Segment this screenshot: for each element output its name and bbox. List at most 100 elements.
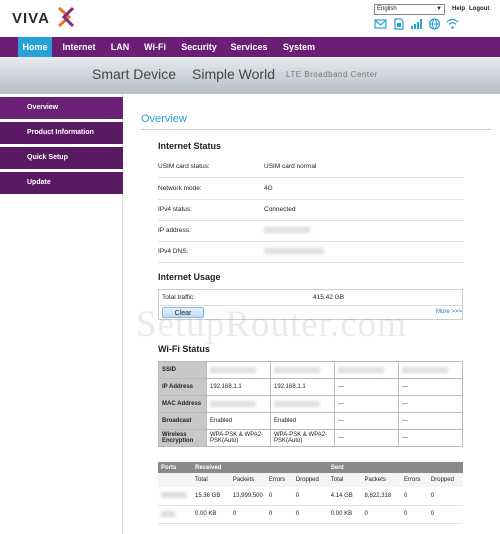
internet-status-row: Network mode: 4G: [158, 179, 464, 200]
table-cell: ---: [398, 395, 463, 413]
row-label: Network mode:: [158, 185, 202, 192]
table-cell: 0: [400, 505, 428, 524]
table-cell: 0: [400, 487, 428, 506]
table-cell: 0.00 KB: [327, 505, 362, 524]
table-row: MAC Address --- ---: [158, 395, 463, 413]
sidebar-item-overview[interactable]: Overview: [0, 97, 123, 119]
table-cell: WPA-PSK & WPA2-PSK(Auto): [270, 429, 335, 447]
language-select[interactable]: English ▼: [374, 4, 445, 15]
more-link[interactable]: More >>>: [436, 309, 462, 315]
table-cell: 0: [229, 505, 266, 524]
table-cell: 0: [292, 505, 328, 524]
internet-status-row: IP address:: [158, 221, 464, 242]
table-row: IP Address 192.168.1.1 192.168.1.1 --- -…: [158, 378, 463, 396]
redacted-cell: [270, 395, 335, 413]
table-cell: 0: [361, 505, 401, 524]
blank-cell: [158, 473, 192, 487]
sim-icon: [392, 18, 405, 30]
table-row: Broadcast Enabled Enabled --- ---: [158, 412, 463, 430]
table-cell: 15.36 GB: [192, 487, 230, 506]
table-cell: ---: [398, 429, 463, 447]
ports-header: Ports: [158, 462, 192, 473]
row-header: Broadcast: [158, 412, 207, 430]
nav-security[interactable]: Security: [178, 37, 220, 57]
redacted-cell: [334, 361, 399, 379]
row-label: IPv4 DNS:: [158, 248, 189, 255]
row-value: Connected: [264, 206, 296, 213]
table-cell: 8,822,318: [361, 487, 401, 506]
page-title: Overview: [141, 113, 187, 125]
table-header-row: Ports Received Sent: [158, 462, 463, 473]
column-header: Packets: [229, 473, 266, 487]
nav-wifi[interactable]: Wi-Fi: [140, 37, 170, 57]
status-icons: [374, 18, 459, 32]
help-link[interactable]: Help: [452, 6, 465, 12]
column-header: Dropped: [292, 473, 328, 487]
column-header: Total: [327, 473, 362, 487]
table-subheader-row: Total Packets Errors Dropped Total Packe…: [158, 473, 463, 487]
nav-system[interactable]: System: [278, 37, 320, 57]
sidebar-item-product-information[interactable]: Product Information: [0, 122, 123, 144]
internet-status-title: Internet Status: [158, 141, 222, 151]
table-cell: ---: [334, 412, 399, 430]
mail-icon[interactable]: [374, 18, 387, 30]
row-label: IPv4 status:: [158, 206, 192, 213]
chevron-down-icon: ▼: [436, 6, 442, 12]
internet-status-row: IPv4 status: Connected: [158, 200, 464, 221]
table-cell: 0: [427, 505, 463, 524]
column-header: Total: [192, 473, 230, 487]
banner-subtitle: LTE Broadband Center: [286, 70, 378, 79]
nav-lan[interactable]: LAN: [106, 37, 134, 57]
table-cell: 0: [427, 487, 463, 506]
row-value: USIM card normal: [264, 163, 317, 170]
row-header: SSID: [158, 361, 207, 379]
table-cell: ---: [398, 378, 463, 396]
column-header: Errors: [265, 473, 293, 487]
viva-logo-mark-icon: [57, 6, 75, 28]
watermark: SetupRouter.com: [136, 304, 407, 345]
table-cell: Enabled: [206, 412, 271, 430]
table-cell: ---: [334, 395, 399, 413]
table-cell: 192.168.1.1: [206, 378, 271, 396]
nav-internet[interactable]: Internet: [58, 37, 100, 57]
table-cell: 0: [292, 487, 328, 506]
row-value: 4G: [264, 185, 273, 192]
table-cell: 192.168.1.1: [270, 378, 335, 396]
redacted-cell: [206, 395, 271, 413]
row-label: IP address:: [158, 227, 191, 234]
row-header: MAC Address: [158, 395, 207, 413]
internet-status-row: USIM card status: USIM card normal: [158, 157, 464, 178]
total-traffic-label: Total traffic:: [162, 294, 196, 301]
internet-status-row: IPv4 DNS:: [158, 242, 464, 263]
logout-link[interactable]: Logout: [469, 6, 489, 12]
column-header: Errors: [400, 473, 428, 487]
table-cell: 4.14 GB: [327, 487, 362, 506]
row-header: IP Address: [158, 378, 207, 396]
signal-icon: [410, 18, 423, 30]
column-header: Packets: [361, 473, 401, 487]
table-cell: ---: [334, 429, 399, 447]
nav-home[interactable]: Home: [18, 37, 52, 57]
main-nav: Home Internet LAN Wi-Fi Security Service…: [0, 37, 500, 57]
sidebar-item-update[interactable]: Update: [0, 172, 123, 194]
table-cell: 0: [265, 505, 293, 524]
redacted-cell: [206, 361, 271, 379]
redacted-value: [264, 227, 310, 234]
received-header: Received: [192, 462, 328, 473]
table-cell: 0: [265, 487, 293, 506]
banner-tagline-right: Simple World: [192, 66, 275, 82]
sidebar-item-quick-setup[interactable]: Quick Setup: [0, 147, 123, 169]
table-row: 0.00 KB 0 0 0 0.00 KB 0 0 0: [158, 505, 463, 524]
row-label: USIM card status:: [158, 163, 210, 170]
language-select-value: English: [377, 6, 397, 12]
table-cell: WPA-PSK & WPA2-PSK(Auto): [206, 429, 271, 447]
table-cell: 0.00 KB: [192, 505, 230, 524]
banner: Smart Device Simple World LTE Broadband …: [0, 57, 500, 94]
sent-header: Sent: [327, 462, 463, 473]
redacted-cell: [158, 487, 192, 506]
wifi-icon: [446, 18, 459, 30]
nav-services[interactable]: Services: [228, 37, 270, 57]
total-traffic-value: 415.42 GB: [313, 294, 345, 301]
table-row: SSID: [158, 361, 463, 379]
banner-tagline-left: Smart Device: [92, 66, 177, 82]
